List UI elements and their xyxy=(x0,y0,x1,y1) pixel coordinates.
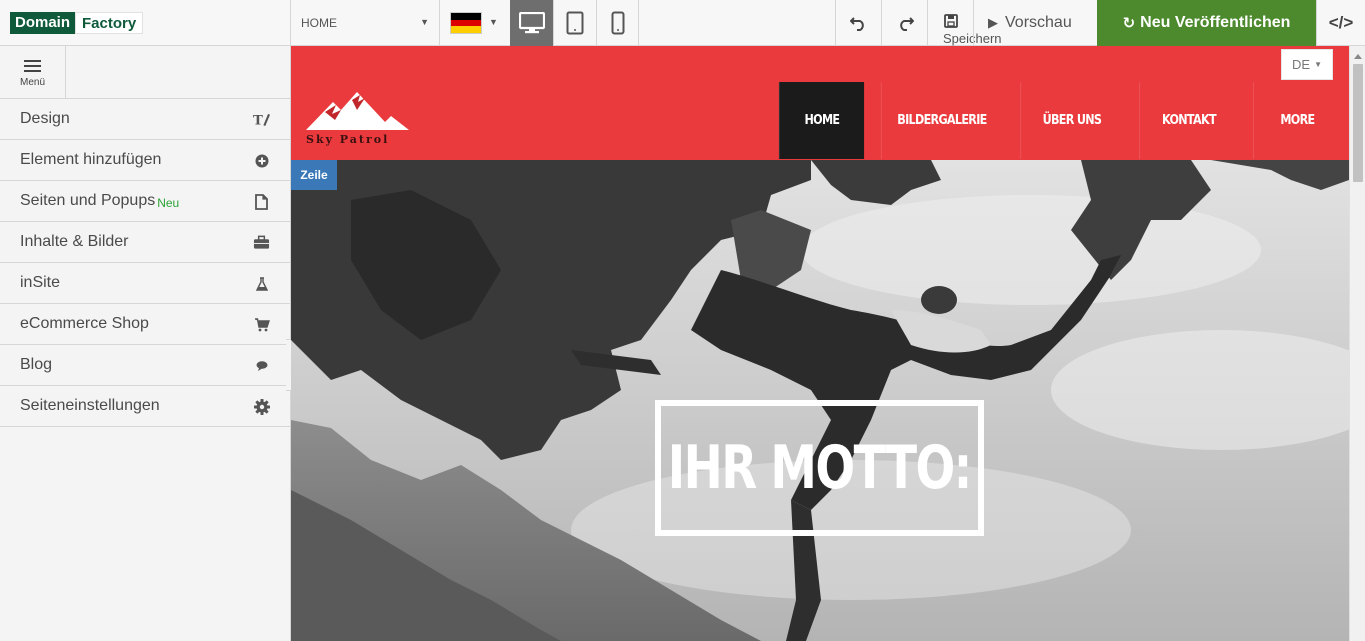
site-language-value: DE xyxy=(1292,57,1311,72)
row-label-tag[interactable]: Zeile xyxy=(291,160,337,190)
sidebar: Menü Design T Element hinzufügen Seiten … xyxy=(0,46,291,641)
sidebar-item-blog[interactable]: Blog xyxy=(0,345,290,386)
germany-flag-icon xyxy=(450,12,482,34)
floppy-disk-icon xyxy=(944,14,958,28)
mobile-view-button[interactable] xyxy=(596,0,639,46)
tablet-icon xyxy=(566,11,583,35)
mobile-icon xyxy=(611,11,624,35)
website-preview-canvas[interactable]: DE ▼ Sky Patrol HOME BILDERGALERIE ÜBER … xyxy=(291,46,1349,641)
briefcase-icon xyxy=(253,234,270,251)
logo-part-1: Domain xyxy=(10,12,76,34)
hero-motto-text[interactable]: IHR MOTTO: xyxy=(668,433,973,503)
sidebar-item-label: Element hinzufügen xyxy=(20,151,162,168)
scroll-up-arrow-icon[interactable] xyxy=(1354,54,1362,59)
redo-button[interactable] xyxy=(882,0,928,46)
publish-button[interactable]: ↻ Neu Veröffentlichen xyxy=(1097,0,1316,46)
divider xyxy=(638,0,639,46)
hamburger-icon xyxy=(24,57,41,75)
comment-icon xyxy=(253,357,270,374)
refresh-icon: ↻ xyxy=(1122,15,1136,32)
sidebar-item-design[interactable]: Design T xyxy=(0,99,290,140)
sidebar-item-settings[interactable]: Seiteneinstellungen xyxy=(0,386,290,427)
site-navigation: HOME BILDERGALERIE ÜBER UNS KONTAKT MORE xyxy=(772,82,1348,159)
nav-label: BILDERGALERIE xyxy=(897,113,987,128)
svg-text:T: T xyxy=(253,114,263,127)
language-select[interactable]: ▼ xyxy=(440,0,509,46)
design-icon: T xyxy=(253,111,270,128)
undo-button[interactable] xyxy=(836,0,882,46)
plus-circle-icon xyxy=(253,152,270,169)
site-nav-contact[interactable]: KONTAKT xyxy=(1139,82,1238,159)
site-logo[interactable]: Sky Patrol xyxy=(305,92,413,150)
sidebar-item-label: Design xyxy=(20,110,70,127)
sidebar-item-add-element[interactable]: Element hinzufügen xyxy=(0,140,290,181)
sidebar-item-pages[interactable]: Seiten und Popups Neu xyxy=(0,181,290,222)
site-language-switch[interactable]: DE ▼ xyxy=(1281,49,1333,80)
flask-icon xyxy=(253,275,270,292)
redo-icon xyxy=(900,17,914,31)
sidebar-item-content[interactable]: Inhalte & Bilder xyxy=(0,222,290,263)
logo-part-2: Factory xyxy=(75,12,144,34)
chevron-down-icon: ▼ xyxy=(489,17,498,27)
sidebar-item-insite[interactable]: inSite xyxy=(0,263,290,304)
canvas-scrollbar[interactable] xyxy=(1349,46,1365,641)
nav-label: ÜBER UNS xyxy=(1042,113,1102,128)
preview-button[interactable]: ▶ Vorschau xyxy=(974,0,1096,46)
site-nav-gallery[interactable]: BILDERGALERIE xyxy=(880,82,1002,159)
gear-icon xyxy=(253,398,270,415)
desktop-icon xyxy=(518,12,545,34)
motto-box[interactable]: IHR MOTTO: xyxy=(655,400,984,536)
cart-icon xyxy=(253,316,270,333)
sidebar-item-label: inSite xyxy=(20,274,61,291)
nav-label: HOME xyxy=(804,113,840,128)
site-logo-text: Sky Patrol xyxy=(306,133,390,146)
sidebar-item-ecommerce[interactable]: eCommerce Shop xyxy=(0,304,290,345)
sidebar-item-label: eCommerce Shop xyxy=(20,315,149,332)
chevron-down-icon: ▼ xyxy=(1314,60,1322,69)
sidebar-list: Design T Element hinzufügen Seiten und P… xyxy=(0,99,290,427)
scrollbar-thumb[interactable] xyxy=(1353,64,1363,182)
page-select[interactable]: HOME ▼ xyxy=(291,0,439,46)
top-toolbar: Domain Factory HOME ▼ ▼ ▶ Vorschau ↻ Neu… xyxy=(0,0,1365,46)
preview-label: Vorschau xyxy=(1005,14,1072,31)
desktop-view-button[interactable] xyxy=(510,0,553,46)
tablet-view-button[interactable] xyxy=(553,0,596,46)
sidebar-item-label: Seiteneinstellungen xyxy=(20,397,160,414)
site-nav-about[interactable]: ÜBER UNS xyxy=(1020,82,1122,159)
menu-label: Menü xyxy=(19,76,45,88)
nav-label: MORE xyxy=(1280,113,1315,128)
chevron-down-icon: ▼ xyxy=(420,17,429,27)
nav-label: KONTAKT xyxy=(1161,113,1217,128)
hero-section[interactable]: IHR MOTTO: xyxy=(291,160,1349,641)
sidebar-item-label: Blog xyxy=(20,356,53,373)
undo-icon xyxy=(850,17,864,31)
sidebar-item-label: Inhalte & Bilder xyxy=(20,233,129,250)
site-nav-more[interactable]: MORE xyxy=(1253,82,1341,159)
page-icon xyxy=(253,193,270,210)
site-nav-home[interactable]: HOME xyxy=(778,82,865,159)
menu-button[interactable]: Menü xyxy=(0,46,66,98)
mountain-logo-icon xyxy=(306,92,409,130)
new-badge: Neu xyxy=(157,195,180,210)
publish-label: Neu Veröffentlichen xyxy=(1140,14,1291,31)
play-icon: ▶ xyxy=(988,15,998,30)
page-select-value: HOME xyxy=(301,16,337,30)
sidebar-item-label: Seiten und Popups xyxy=(20,192,156,209)
code-editor-button[interactable]: </> xyxy=(1316,0,1365,46)
code-icon: </> xyxy=(1328,13,1354,32)
domainfactory-logo: Domain Factory xyxy=(10,12,144,34)
site-header[interactable]: DE ▼ Sky Patrol HOME BILDERGALERIE ÜBER … xyxy=(291,46,1349,160)
